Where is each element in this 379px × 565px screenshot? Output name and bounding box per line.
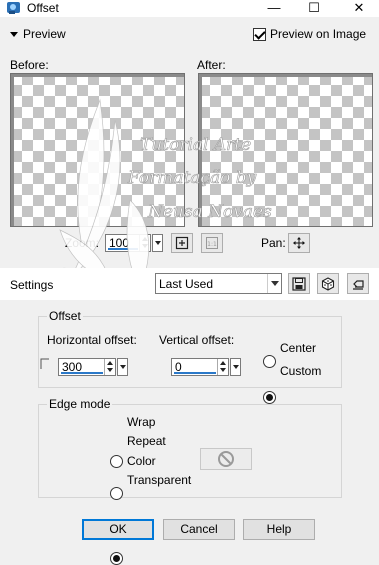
window-title: Offset [27, 1, 59, 15]
horizontal-offset-stepper[interactable]: 300 [58, 358, 116, 376]
edge-transparent-label[interactable]: Transparent [127, 473, 191, 487]
horizontal-spin-buttons[interactable] [104, 359, 115, 375]
pan-button[interactable] [288, 233, 310, 253]
zoom-actual-size-button[interactable]: 1:1 [201, 233, 223, 253]
edge-repeat-radio[interactable] [110, 487, 123, 500]
preview-toggle-label: Preview [23, 27, 66, 41]
maximize-button[interactable]: ☐ [300, 0, 328, 17]
edge-repeat-label[interactable]: Repeat [127, 434, 166, 448]
horizontal-offset-label: Horizontal offset: [47, 333, 137, 347]
randomize-button[interactable] [317, 273, 339, 294]
after-label: After: [197, 58, 226, 72]
zoom-label: Zoom: [65, 236, 100, 250]
zoom-fit-button[interactable] [171, 233, 193, 253]
horizontal-underline [61, 372, 103, 374]
save-preset-button[interactable] [288, 273, 310, 294]
zoom-stepper[interactable]: 100 [105, 234, 151, 252]
offset-custom-radio[interactable] [263, 391, 276, 404]
reset-icon [353, 280, 364, 290]
pan-move-icon [293, 237, 305, 249]
offset-center-radio[interactable] [263, 355, 276, 368]
preset-select[interactable]: Last Used [155, 273, 282, 294]
before-preview-panel[interactable] [10, 73, 185, 227]
preview-on-image-checkbox[interactable] [253, 28, 266, 41]
preview-collapse-toggle[interactable]: Preview [10, 27, 66, 41]
edge-wrap-radio[interactable] [110, 455, 123, 468]
zoom-fit-icon [175, 236, 189, 250]
vertical-offset-label: Vertical offset: [159, 333, 235, 347]
zoom-dropdown-arrow[interactable] [152, 234, 163, 252]
help-button[interactable]: Help [243, 519, 315, 540]
ok-button[interactable]: OK [82, 519, 154, 540]
svg-text:1:1: 1:1 [207, 241, 217, 248]
before-label: Before: [10, 58, 49, 72]
zoom-underline [108, 248, 138, 250]
save-icon [292, 277, 306, 291]
no-color-icon [218, 451, 234, 467]
edge-mode-group-title: Edge mode [47, 397, 113, 411]
after-preview-panel[interactable] [198, 73, 373, 227]
edge-transparent-radio[interactable] [110, 552, 123, 565]
close-button[interactable]: ✕ [345, 0, 373, 17]
zoom-spin-buttons[interactable] [139, 235, 150, 251]
app-icon [7, 2, 20, 14]
chevron-down-icon[interactable] [267, 274, 281, 293]
edge-wrap-label[interactable]: Wrap [127, 415, 155, 429]
offset-group-title: Offset [47, 309, 83, 323]
dice-icon [321, 277, 335, 291]
preview-on-image-label[interactable]: Preview on Image [270, 27, 366, 41]
actual-size-icon: 1:1 [206, 237, 218, 249]
vertical-spin-buttons[interactable] [217, 359, 228, 375]
pan-label: Pan: [261, 236, 286, 250]
preset-value: Last Used [159, 277, 214, 291]
offset-custom-label[interactable]: Custom [280, 364, 321, 378]
offset-center-label[interactable]: Center [280, 341, 316, 355]
horizontal-dropdown-arrow[interactable] [117, 358, 128, 376]
settings-label: Settings [10, 278, 54, 292]
reset-button[interactable] [347, 273, 369, 294]
cancel-button[interactable]: Cancel [163, 519, 235, 540]
minimize-button[interactable]: — [260, 0, 288, 17]
link-bracket-icon [40, 358, 49, 369]
collapse-triangle-icon [10, 32, 18, 38]
vertical-underline [174, 372, 216, 374]
edge-color-swatch[interactable] [200, 448, 252, 470]
edge-color-label[interactable]: Color [127, 454, 156, 468]
vertical-dropdown-arrow[interactable] [230, 358, 241, 376]
vertical-offset-stepper[interactable]: 0 [171, 358, 229, 376]
